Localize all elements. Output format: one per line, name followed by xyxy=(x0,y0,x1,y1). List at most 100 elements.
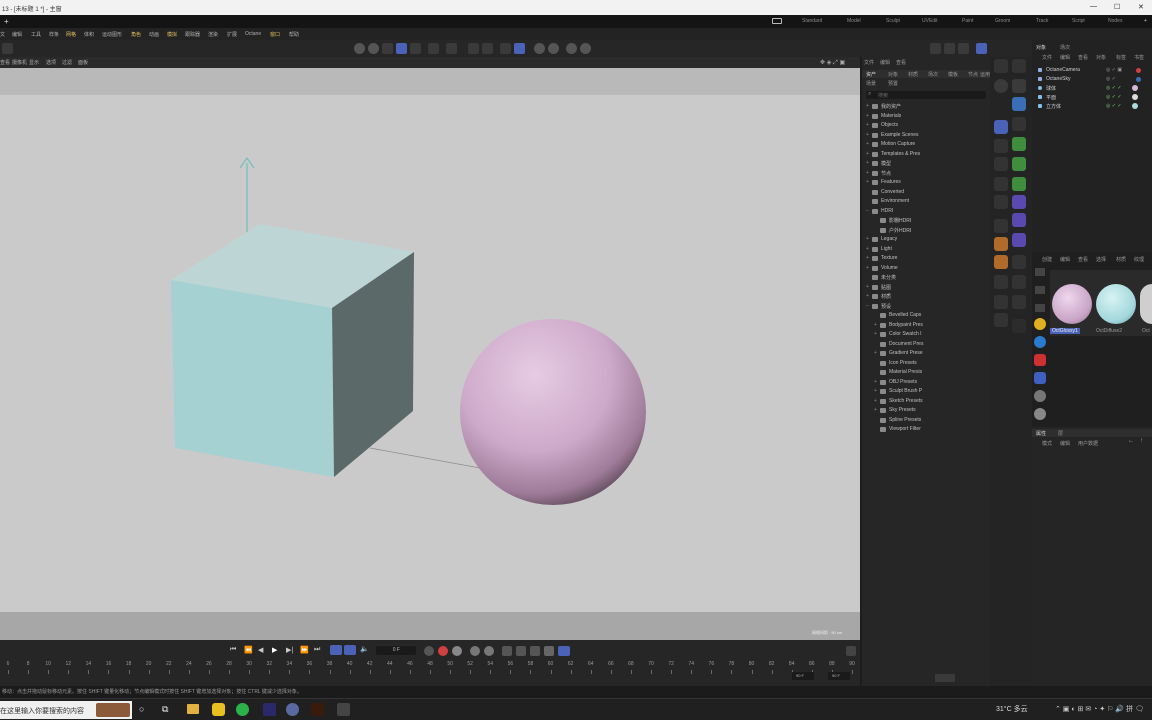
tree-expand-icon[interactable]: + xyxy=(866,103,870,109)
layout-icon[interactable] xyxy=(772,18,782,24)
cloner-icon[interactable] xyxy=(1012,157,1026,171)
zoom-icon[interactable] xyxy=(994,59,1008,73)
live-select-icon[interactable] xyxy=(994,79,1008,93)
tree-item[interactable]: 未分类 xyxy=(862,273,990,282)
tree-expand-icon[interactable]: + xyxy=(874,322,878,328)
tree-expand-icon[interactable]: + xyxy=(866,293,870,299)
object-flags[interactable]: ◎ ✓ ✓ xyxy=(1106,85,1122,91)
layout-standard[interactable]: Standard xyxy=(802,18,822,24)
tree-expand-icon[interactable]: + xyxy=(866,246,870,252)
sculpt-tool-icon[interactable] xyxy=(994,313,1008,327)
tree-expand-icon[interactable]: + xyxy=(866,160,870,166)
layout-nodes[interactable]: Nodes xyxy=(1108,18,1122,24)
tree-expand-icon[interactable]: + xyxy=(866,132,870,138)
cube-icon[interactable] xyxy=(1012,97,1026,111)
browser-tab-materials[interactable]: 材质 xyxy=(908,71,918,78)
taskbar-search-box[interactable]: 在这里输入你要搜索的内容 xyxy=(0,701,132,719)
materials-menu-texture[interactable]: 纹理 xyxy=(1134,256,1144,263)
layout-icon-2[interactable] xyxy=(944,43,955,54)
tree-item[interactable]: Document Pres xyxy=(862,340,990,349)
add-tab-button[interactable]: + xyxy=(4,17,9,26)
layout-icon-4[interactable] xyxy=(976,43,987,54)
mode-icon[interactable] xyxy=(2,43,13,54)
panel-layout-icon[interactable] xyxy=(935,674,955,682)
tree-expand-icon[interactable]: + xyxy=(874,331,878,337)
object-row-sphere[interactable]: 球体 ◎ ✓ ✓ xyxy=(1036,84,1148,93)
box-select-icon[interactable] xyxy=(1012,79,1026,93)
octane-sun-icon[interactable] xyxy=(1034,318,1046,330)
browser-menu-file[interactable]: 文件 xyxy=(864,59,874,66)
tree-item[interactable]: − HDRI xyxy=(862,207,990,216)
tree-item[interactable]: + Gradient Prese xyxy=(862,349,990,358)
edges-mode-icon[interactable] xyxy=(368,43,379,54)
scene-canvas[interactable] xyxy=(0,68,860,640)
browser-subtab-presets[interactable]: 预置 xyxy=(888,80,898,87)
materials-menu-view[interactable]: 查看 xyxy=(1078,256,1088,263)
tree-item[interactable]: Icon Presets xyxy=(862,359,990,368)
object-mode-icon[interactable] xyxy=(410,43,421,54)
tree-item[interactable]: + Texture xyxy=(862,254,990,263)
minimize-button[interactable]: — xyxy=(1090,3,1097,10)
menu-simulate[interactable]: 模拟 xyxy=(167,31,177,38)
render-queue-icon[interactable] xyxy=(580,43,591,54)
illustrator-icon[interactable] xyxy=(311,703,324,716)
menu-extensions[interactable]: 扩展 xyxy=(227,31,237,38)
tree-expand-icon[interactable]: − xyxy=(866,208,870,214)
points-mode-icon[interactable] xyxy=(354,43,365,54)
tree-item[interactable]: + Templates & Pres xyxy=(862,150,990,159)
menu-render[interactable]: 渲染 xyxy=(208,31,218,38)
layout-icon-1[interactable] xyxy=(930,43,941,54)
3d-viewport[interactable]: 网格间距 : 50 cm xyxy=(0,68,860,640)
knife-tool-icon[interactable] xyxy=(994,219,1008,233)
tree-item[interactable]: + 节点 xyxy=(862,169,990,178)
menu-volume[interactable]: 体积 xyxy=(84,31,94,38)
objects-menu-object[interactable]: 对象 xyxy=(1096,54,1106,61)
tree-item[interactable]: + 我的资产 xyxy=(862,102,990,111)
viewport-solo-icon[interactable] xyxy=(500,43,511,54)
menu-window[interactable]: 窗口 xyxy=(270,31,280,38)
material-label-diffuse[interactable]: OctDiffuse2 xyxy=(1096,328,1122,334)
app-icon-gray[interactable] xyxy=(337,703,350,716)
snap-tool-icon[interactable] xyxy=(994,195,1008,209)
snap-icon[interactable] xyxy=(446,43,457,54)
layout-uvedit[interactable]: UVEdit xyxy=(922,18,938,24)
tree-item[interactable]: + 材质 xyxy=(862,292,990,301)
tree-item[interactable]: Spline Presets xyxy=(862,416,990,425)
tree-expand-icon[interactable]: + xyxy=(866,141,870,147)
objects-menu-file[interactable]: 文件 xyxy=(1042,54,1052,61)
tree-expand-icon[interactable]: + xyxy=(866,255,870,261)
menu-tools[interactable]: 工具 xyxy=(31,31,41,38)
material-swatch-glossy[interactable] xyxy=(1052,284,1092,324)
objects-menu-edit[interactable]: 编辑 xyxy=(1060,54,1070,61)
tree-item[interactable]: Converted xyxy=(862,188,990,197)
wechat-icon[interactable] xyxy=(236,703,249,716)
environment-icon[interactable] xyxy=(1012,233,1026,247)
tree-item[interactable]: + Color Swatch I xyxy=(862,330,990,339)
tree-item[interactable]: − 预设 xyxy=(862,302,990,311)
materials-menu-create[interactable]: 创建 xyxy=(1042,256,1052,263)
objects-tab[interactable]: 对象 xyxy=(1036,44,1046,51)
tag-icon[interactable] xyxy=(1136,68,1141,73)
back-arrow-icon[interactable]: ← xyxy=(1128,438,1134,444)
tree-expand-icon[interactable]: + xyxy=(866,236,870,242)
solo-icon[interactable] xyxy=(482,43,493,54)
layout-model[interactable]: Model xyxy=(847,18,861,24)
menu-octane[interactable]: Octane xyxy=(245,31,261,37)
objects-menu-bookmarks[interactable]: 书签 xyxy=(1134,54,1144,61)
deformer-icon[interactable] xyxy=(1012,177,1026,191)
tag-icon[interactable] xyxy=(1012,295,1026,309)
browser-subtab-scene[interactable]: 场景 xyxy=(866,80,876,87)
field-icon[interactable] xyxy=(1012,195,1026,209)
tree-expand-icon[interactable]: + xyxy=(874,388,878,394)
bevel-tool-icon[interactable] xyxy=(994,255,1008,269)
octane-light-icon[interactable] xyxy=(1035,304,1045,312)
text-tool-icon[interactable] xyxy=(1012,117,1026,131)
tree-expand-icon[interactable]: − xyxy=(866,303,870,309)
tree-item[interactable]: Viewport Filter xyxy=(862,425,990,434)
vp-menu-panel[interactable]: 面板 xyxy=(78,59,88,66)
vp-menu-options[interactable]: 选项 xyxy=(46,59,56,66)
attributes-menu-edit[interactable]: 编辑 xyxy=(1060,440,1070,447)
object-row-sky[interactable]: OctaneSky ◎ ✓ xyxy=(1036,75,1148,84)
brush-tool-icon[interactable] xyxy=(994,275,1008,289)
attributes-menu-userdata[interactable]: 用户数据 xyxy=(1078,440,1098,447)
